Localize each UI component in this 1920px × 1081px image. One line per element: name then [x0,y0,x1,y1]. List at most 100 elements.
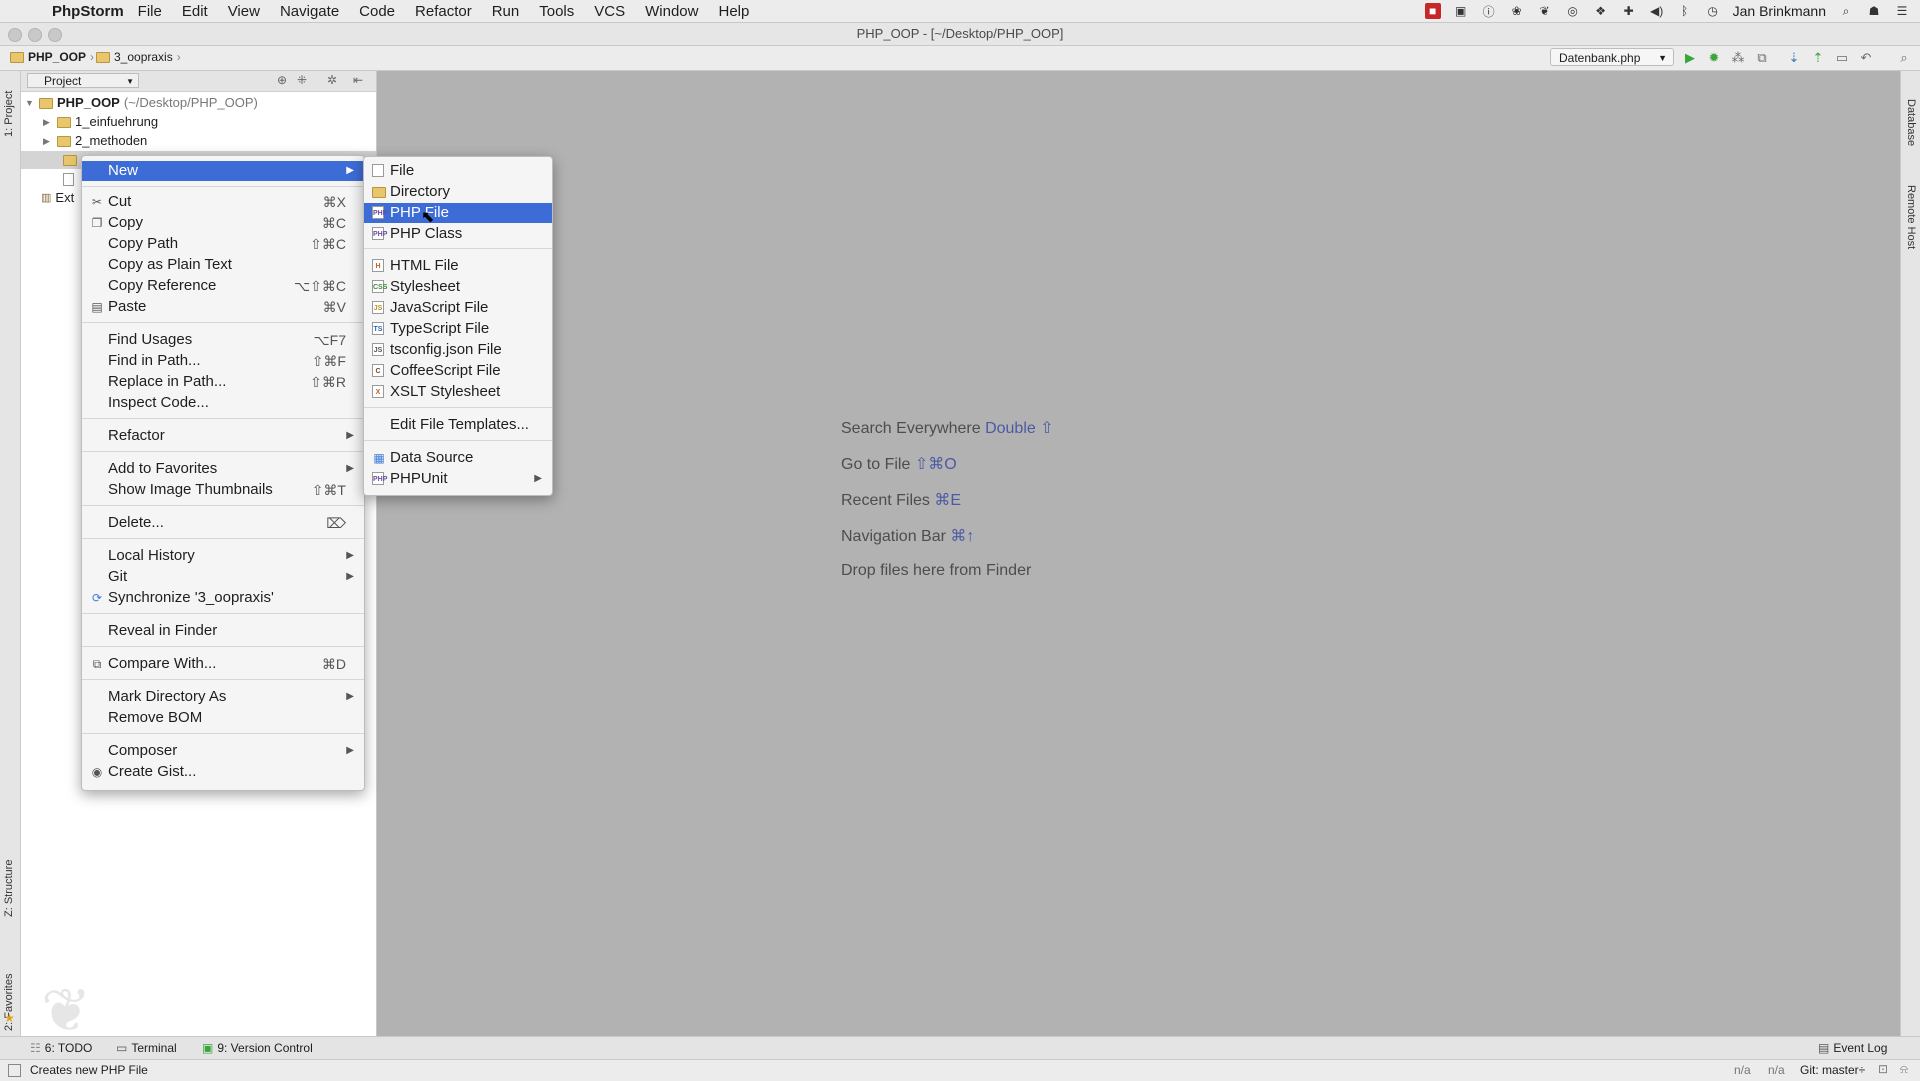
search-icon[interactable]: ⌕ [1838,3,1854,19]
user-icon[interactable]: ☗ [1866,3,1882,19]
menu-item-local-history[interactable]: Local History ▶ [82,546,364,566]
new-item-data-source[interactable]: ▦ Data Source [364,448,552,468]
menu-item-show-thumbnails[interactable]: Show Image Thumbnails ⇧⌘T [82,480,364,500]
tree-root[interactable]: ▼ PHP_OOP (~/Desktop/PHP_OOP) [25,94,258,112]
menu-code[interactable]: Code [359,3,395,20]
new-item-phpunit[interactable]: PHP PHPUnit ▶ [364,469,552,489]
app-tray-icon[interactable]: ▣ [1453,3,1469,19]
new-item-php-file[interactable]: PHP PHP File [364,203,552,223]
menu-help[interactable]: Help [718,3,749,20]
caret-position[interactable]: n/a [1734,1063,1751,1077]
evernote-icon[interactable]: ❀ [1509,3,1525,19]
minimize-window-icon[interactable] [28,28,42,42]
locate-icon[interactable]: ⊕ [277,73,287,87]
tree-item-file[interactable] [63,170,74,188]
run-configuration-select[interactable]: Datenbank.php ▼ [1550,48,1674,66]
recording-icon[interactable]: ■ [1424,3,1441,19]
vcs-compare-icon[interactable]: ▭ [1834,50,1850,66]
menu-item-find-in-path[interactable]: Find in Path... ⇧⌘F [82,351,364,371]
menu-item-refactor[interactable]: Refactor ▶ [82,426,364,446]
coverage-icon[interactable]: ⁂ [1730,50,1746,66]
menu-item-replace-in-path[interactable]: Replace in Path... ⇧⌘R [82,372,364,392]
menu-edit[interactable]: Edit [182,3,208,20]
creative-cloud-icon[interactable]: ◎ [1565,3,1581,19]
dropbox-icon[interactable]: ❖ [1593,3,1609,19]
new-item-tsconfig-file[interactable]: JS tsconfig.json File [364,340,552,360]
toggle-tool-windows-icon[interactable] [8,1064,21,1077]
collapsed-arrow-icon[interactable]: ▶ [43,132,53,150]
menu-item-mark-directory-as[interactable]: Mark Directory As ▶ [82,687,364,707]
leaf-icon[interactable]: ❦ [1537,3,1553,19]
breadcrumb-folder[interactable]: 3_oopraxis › [96,50,181,64]
expanded-arrow-icon[interactable]: ▼ [25,94,35,112]
project-view-select[interactable]: Project ▼ [27,73,139,88]
notification-icon[interactable]: ☰ [1894,3,1910,19]
menu-window[interactable]: Window [645,3,698,20]
menu-item-git[interactable]: Git ▶ [82,567,364,587]
tree-item-external-libraries[interactable]: ▥ Ext [41,189,74,207]
menu-item-copy[interactable]: ❐ Copy ⌘C [82,213,364,233]
terminal-tool-button[interactable]: ▭ Terminal [116,1041,177,1055]
project-tool-button[interactable]: 1: Project [3,91,15,137]
close-window-icon[interactable] [8,28,22,42]
menu-item-copy-plain-text[interactable]: Copy as Plain Text [82,255,364,275]
menu-item-inspect-code[interactable]: Inspect Code... [82,393,364,413]
menu-item-synchronize[interactable]: ⟳ Synchronize '3_oopraxis' [82,588,364,608]
menu-item-new[interactable]: New ▶ [82,161,364,181]
menu-item-remove-bom[interactable]: Remove BOM [82,708,364,728]
lock-icon[interactable]: ⊡ [1878,1062,1888,1076]
new-item-file[interactable]: File [364,161,552,181]
version-control-tool-button[interactable]: ▣ 9: Version Control [202,1041,313,1055]
editor-area[interactable]: Search Everywhere Double ⇧ Go to File ⇧⌘… [377,71,1899,1036]
bluetooth-icon[interactable]: ᛒ [1677,3,1693,19]
vcs-update-icon[interactable]: ⇣ [1786,50,1802,66]
git-branch[interactable]: Git: master÷ [1800,1063,1865,1077]
zoom-window-icon[interactable] [48,28,62,42]
time-machine-icon[interactable]: ◷ [1705,3,1721,19]
tree-item-1-einfuehrung[interactable]: ▶ 1_einfuehrung [43,113,158,131]
run-icon[interactable]: ▶ [1682,50,1698,66]
new-item-stylesheet[interactable]: CSS Stylesheet [364,277,552,297]
new-item-xslt-stylesheet[interactable]: X XSLT Stylesheet [364,382,552,402]
menu-item-find-usages[interactable]: Find Usages ⌥F7 [82,330,364,350]
info-icon[interactable]: ⓘ [1481,3,1497,19]
menu-file[interactable]: File [138,3,162,20]
new-item-typescript-file[interactable]: TS TypeScript File [364,319,552,339]
menu-item-composer[interactable]: Composer ▶ [82,741,364,761]
menu-item-paste[interactable]: ▤ Paste ⌘V [82,297,364,317]
structure-tool-button[interactable]: Z: Structure [3,860,15,917]
menu-item-compare-with[interactable]: ⧉ Compare With... ⌘D [82,654,364,674]
menu-tools[interactable]: Tools [539,3,574,20]
hide-panel-icon[interactable]: ⇤ [353,73,363,87]
user-name[interactable]: Jan Brinkmann [1733,3,1826,19]
new-item-javascript-file[interactable]: JS JavaScript File [364,298,552,318]
inspector-icon[interactable]: ⍾ [1900,1062,1908,1077]
profile-icon[interactable]: ⧉ [1754,50,1770,66]
menu-item-copy-path[interactable]: Copy Path ⇧⌘C [82,234,364,254]
menu-run[interactable]: Run [492,3,520,20]
new-item-directory[interactable]: Directory [364,182,552,202]
new-item-html-file[interactable]: H HTML File [364,256,552,276]
new-item-edit-file-templates[interactable]: Edit File Templates... [364,415,552,435]
debug-icon[interactable]: ✹ [1706,50,1722,66]
menu-item-copy-reference[interactable]: Copy Reference ⌥⇧⌘C [82,276,364,296]
collapse-icon[interactable]: ⁜ [297,73,307,87]
line-separator[interactable]: n/a [1768,1063,1785,1077]
menu-item-create-gist[interactable]: ◉ Create Gist... [82,762,364,782]
new-item-php-class[interactable]: PHP PHP Class [364,224,552,244]
vcs-commit-icon[interactable]: ⇡ [1810,50,1826,66]
menu-view[interactable]: View [228,3,260,20]
menu-vcs[interactable]: VCS [594,3,625,20]
menu-item-reveal-in-finder[interactable]: Reveal in Finder [82,621,364,641]
event-log-button[interactable]: ▤ Event Log [1818,1041,1887,1055]
search-everywhere-icon[interactable]: ⌕ [1896,50,1912,66]
collapsed-arrow-icon[interactable]: ▶ [43,113,53,131]
remote-host-tool-button[interactable]: Remote Host [1905,185,1917,249]
tree-item-2-methoden[interactable]: ▶ 2_methoden [43,132,147,150]
new-item-coffeescript-file[interactable]: C CoffeeScript File [364,361,552,381]
app-menu[interactable]: PhpStorm [52,3,124,20]
vcs-revert-icon[interactable]: ↶ [1858,50,1874,66]
breadcrumb-root[interactable]: PHP_OOP › [10,50,94,64]
menu-refactor[interactable]: Refactor [415,3,472,20]
gear-icon[interactable]: ✲ [327,73,337,87]
